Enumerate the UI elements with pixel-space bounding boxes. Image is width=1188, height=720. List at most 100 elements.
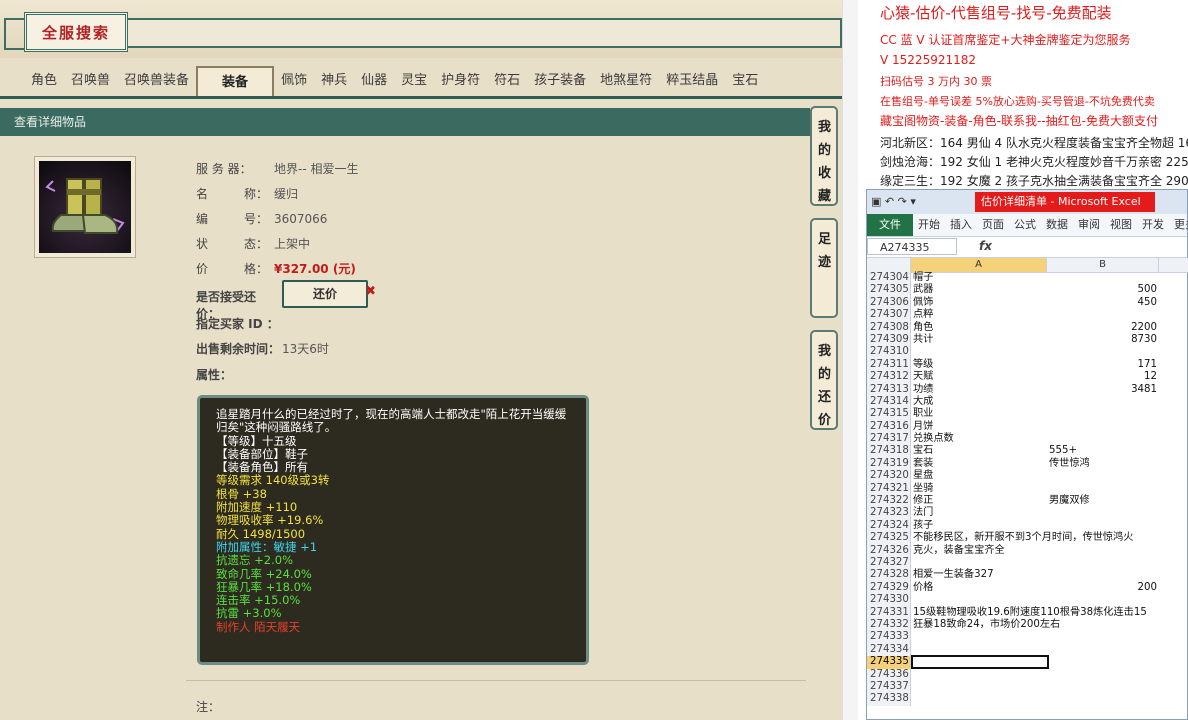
- tab-1[interactable]: 召唤兽: [64, 66, 117, 96]
- ribbon-tab-7[interactable]: 视图: [1105, 214, 1137, 236]
- row-number[interactable]: 274307: [867, 309, 911, 322]
- tab-4[interactable]: 佩饰: [274, 66, 314, 96]
- row-number[interactable]: 274338: [867, 693, 911, 706]
- row-number[interactable]: 274326: [867, 544, 911, 557]
- side-tab-1[interactable]: 足迹: [810, 218, 838, 318]
- tab-7[interactable]: 灵宝: [394, 66, 434, 96]
- tab-8[interactable]: 护身符: [434, 66, 487, 96]
- row-number[interactable]: 274328: [867, 569, 911, 582]
- ribbon-tab-5[interactable]: 数据: [1041, 214, 1073, 236]
- row-number[interactable]: 274310: [867, 346, 911, 359]
- row-number[interactable]: 274313: [867, 383, 911, 396]
- row-number[interactable]: 274336: [867, 668, 911, 681]
- cell-b[interactable]: 500: [1049, 284, 1157, 296]
- cell-a[interactable]: 宝石: [913, 445, 1047, 457]
- row-number[interactable]: 274323: [867, 507, 911, 520]
- side-tab-0[interactable]: 我的收藏: [810, 106, 838, 206]
- row-number[interactable]: 274312: [867, 371, 911, 384]
- row-number[interactable]: 274322: [867, 495, 911, 508]
- ribbon-tab-3[interactable]: 页面: [977, 214, 1009, 236]
- counter-offer-button[interactable]: 还价 ✖: [282, 280, 376, 308]
- ribbon-tab-1[interactable]: 开始: [913, 214, 945, 236]
- corner-cell[interactable]: [867, 258, 911, 272]
- row-number[interactable]: 274304: [867, 272, 911, 285]
- cell-a[interactable]: 功绩: [913, 384, 1047, 396]
- tab-6[interactable]: 仙器: [354, 66, 394, 96]
- row-number[interactable]: 274311: [867, 358, 911, 372]
- cell-a[interactable]: 佩饰: [913, 297, 1047, 309]
- row-number[interactable]: 274320: [867, 470, 911, 483]
- tab-0[interactable]: 角色: [24, 66, 64, 96]
- cell-a[interactable]: 相爱一生装备327: [913, 569, 1047, 581]
- row-number[interactable]: 274319: [867, 457, 911, 471]
- row-number[interactable]: 274333: [867, 631, 911, 644]
- cell-b[interactable]: 12: [1049, 371, 1157, 383]
- ribbon-tab-8[interactable]: 开发: [1137, 214, 1169, 236]
- row-number[interactable]: 274309: [867, 333, 911, 347]
- row-number[interactable]: 274305: [867, 284, 911, 297]
- cell-a[interactable]: 月饼: [913, 421, 1047, 433]
- cell-b[interactable]: 450: [1049, 297, 1157, 309]
- cell-a[interactable]: 不能移民区，新开服不到3个月时间，传世惊鸿火: [913, 532, 1133, 544]
- row-number[interactable]: 274314: [867, 395, 911, 409]
- cell-a[interactable]: 大成: [913, 396, 1047, 408]
- all-server-search-button[interactable]: 全服搜索: [24, 12, 128, 52]
- cell-a[interactable]: 法门: [913, 507, 1047, 519]
- cell-a[interactable]: 职业: [913, 408, 1047, 420]
- cell-b[interactable]: 2200: [1049, 322, 1157, 334]
- cell-b[interactable]: 3481: [1049, 384, 1157, 396]
- cell-b[interactable]: 200: [1049, 582, 1157, 594]
- cell-a[interactable]: 狂暴18致命24，市场价200左右: [913, 619, 1060, 631]
- cell-a[interactable]: 兑换点数: [913, 433, 1047, 445]
- row-number[interactable]: 274315: [867, 408, 911, 421]
- cell-b[interactable]: 171: [1049, 359, 1157, 371]
- ribbon-tab-9[interactable]: 更多: [1169, 214, 1188, 236]
- cell-a[interactable]: 15级鞋物理吸收19.6附速度110根骨38炼化连击15: [913, 607, 1147, 619]
- cell-b[interactable]: 555+: [1049, 445, 1157, 457]
- ribbon-tab-2[interactable]: 插入: [945, 214, 977, 236]
- item-image[interactable]: [34, 156, 136, 258]
- tab-9[interactable]: 符石: [487, 66, 527, 96]
- row-number[interactable]: 274330: [867, 594, 911, 607]
- cell-a[interactable]: 帽子: [913, 272, 1047, 284]
- cell-a[interactable]: 共计: [913, 334, 1047, 346]
- tab-13[interactable]: 宝石: [725, 66, 765, 96]
- row-number[interactable]: 274321: [867, 482, 911, 496]
- cell-b[interactable]: 男魔双修: [1049, 495, 1157, 507]
- tab-12[interactable]: 粹玉结晶: [659, 66, 725, 96]
- row-number[interactable]: 274334: [867, 643, 911, 657]
- ribbon-tab-6[interactable]: 审阅: [1073, 214, 1105, 236]
- tab-10[interactable]: 孩子装备: [527, 66, 593, 96]
- window-divider[interactable]: [842, 0, 859, 720]
- cell-a[interactable]: 坐骑: [913, 483, 1047, 495]
- cell-a[interactable]: 天赋: [913, 371, 1047, 383]
- row-number[interactable]: 274317: [867, 433, 911, 446]
- row-number[interactable]: 274329: [867, 581, 911, 595]
- row-number[interactable]: 274318: [867, 445, 911, 458]
- cell-b[interactable]: 传世惊鸿: [1049, 458, 1157, 470]
- cell-b[interactable]: 8730: [1049, 334, 1157, 346]
- ribbon-tab-4[interactable]: 公式: [1009, 214, 1041, 236]
- row-number[interactable]: 274327: [867, 556, 911, 570]
- quick-access-icons[interactable]: ▣ ↶ ↷ ▾: [871, 195, 916, 208]
- column-a-header[interactable]: A: [911, 258, 1047, 272]
- row-number[interactable]: 274337: [867, 680, 911, 694]
- cell-a[interactable]: 角色: [913, 322, 1047, 334]
- row-number[interactable]: 274308: [867, 321, 911, 334]
- row-number[interactable]: 274316: [867, 420, 911, 434]
- cell-a[interactable]: 价格: [913, 582, 1047, 594]
- name-box[interactable]: A274335: [867, 238, 957, 255]
- row-number[interactable]: 274331: [867, 606, 911, 619]
- side-tab-2[interactable]: 我的还价: [810, 330, 838, 430]
- tab-3[interactable]: 装备: [196, 66, 275, 96]
- row-number[interactable]: 274324: [867, 519, 911, 533]
- tab-5[interactable]: 神兵: [314, 66, 354, 96]
- cell-a[interactable]: 星盘: [913, 470, 1047, 482]
- column-b-header[interactable]: B: [1047, 258, 1159, 272]
- row-number[interactable]: 274332: [867, 618, 911, 632]
- cell-a[interactable]: 套装: [913, 458, 1047, 470]
- cell-a[interactable]: 克火，装备宝宝齐全: [913, 545, 1047, 557]
- row-number[interactable]: 274325: [867, 532, 911, 545]
- search-bar[interactable]: [128, 18, 842, 48]
- fx-icon[interactable]: fx: [979, 239, 992, 253]
